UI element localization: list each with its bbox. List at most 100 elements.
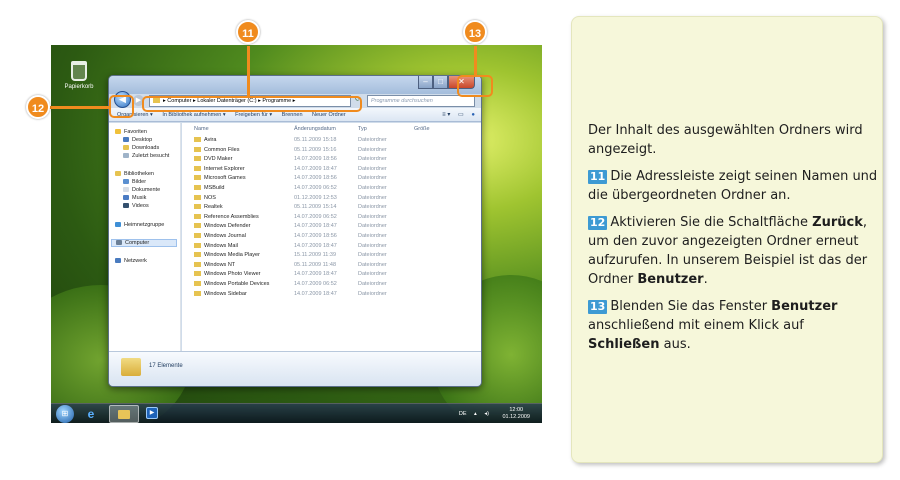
videos-icon: [123, 203, 129, 209]
navigation-pane: Favoriten Desktop Downloads Zuletzt besu…: [109, 123, 181, 352]
file-row[interactable]: NOS 01.12.2009 12:53 Dateiordner: [182, 194, 481, 203]
folder-icon: [194, 204, 201, 210]
add-to-library-menu[interactable]: In Bibliothek aufnehmen ▾: [162, 112, 225, 118]
nav-homegroup[interactable]: Heimnetzgruppe: [115, 222, 164, 228]
nav-videos[interactable]: Videos: [123, 203, 149, 209]
file-date: 05.11.2009 15:14: [294, 204, 337, 211]
file-date: 01.12.2009 12:53: [294, 194, 337, 201]
help-icon[interactable]: ●: [471, 112, 475, 118]
file-row[interactable]: Windows Journal 14.07.2009 18:56 Dateiordn…: [182, 232, 481, 241]
file-type: Dateiordner: [358, 252, 387, 259]
step-13-text: aus.: [659, 337, 691, 352]
nav-pictures[interactable]: Bilder: [123, 179, 146, 185]
explorer-window: – □ ✕ ◀ ▶ ▸ Computer ▸ Lokaler Datenträg…: [108, 75, 482, 387]
file-name: Windows Photo Viewer: [194, 270, 260, 279]
tray-arrow-icon[interactable]: ▴: [474, 411, 477, 417]
nav-music[interactable]: Musik: [123, 195, 146, 201]
nav-libraries[interactable]: Bibliotheken: [115, 171, 154, 177]
folder-icon: [194, 175, 201, 181]
language-indicator[interactable]: DE: [459, 411, 467, 417]
volume-icon[interactable]: ◂): [484, 411, 489, 417]
burn-button[interactable]: Brennen: [282, 112, 303, 118]
nav-favorites[interactable]: Favoriten: [115, 129, 147, 135]
marker-line-13: [474, 46, 477, 76]
preview-pane-icon[interactable]: ▭: [458, 112, 464, 118]
step-11-number: 11: [588, 170, 608, 184]
step-12-number: 12: [588, 216, 608, 230]
nav-downloads[interactable]: Downloads: [123, 145, 159, 151]
file-name: NOS: [194, 194, 216, 203]
clock[interactable]: 12:00 01.12.2009: [496, 407, 530, 421]
file-row[interactable]: Windows Media Player 15.11.2009 11:39 Date…: [182, 251, 481, 260]
folder-icon: [194, 185, 201, 191]
nav-desktop[interactable]: Desktop: [123, 137, 152, 143]
file-row[interactable]: Windows Portable Devices 14.07.2009 06:52…: [182, 280, 481, 289]
file-row[interactable]: Avira 05.11.2009 15:18 Dateiordner: [182, 136, 481, 145]
folder-icon: [194, 137, 201, 143]
file-type: Dateiordner: [358, 146, 387, 153]
folder-icon: [118, 410, 130, 419]
file-name: Windows Defender: [194, 222, 250, 231]
file-date: 14.07.2009 18:56: [294, 156, 337, 163]
column-name[interactable]: Name: [194, 126, 209, 132]
column-date[interactable]: Änderungsdatum: [294, 126, 336, 132]
column-size[interactable]: Größe: [414, 126, 430, 132]
view-options-icon[interactable]: ≡ ▾: [442, 112, 450, 118]
new-folder-button[interactable]: Neuer Ordner: [312, 112, 346, 118]
file-row[interactable]: Microsoft Games 14.07.2009 18:56 Dateiordn…: [182, 174, 481, 183]
file-type: Dateiordner: [358, 271, 387, 278]
nav-network[interactable]: Netzwerk: [115, 258, 147, 264]
file-type: Dateiordner: [358, 233, 387, 239]
minimize-button[interactable]: –: [418, 76, 433, 89]
share-with-menu[interactable]: Freigeben für ▾: [235, 112, 272, 118]
file-row[interactable]: DVD Maker 14.07.2009 18:56 Dateiordner: [182, 155, 481, 164]
folder-icon: [194, 290, 201, 296]
file-date: 14.07.2009 06:52: [294, 213, 337, 220]
step-13: 13 Blenden Sie das Fenster Benutzer ansch…: [588, 297, 878, 354]
file-type: Dateiordner: [358, 175, 387, 182]
column-type[interactable]: Typ: [358, 126, 367, 132]
folder-icon: [121, 358, 141, 376]
nav-documents[interactable]: Dokumente: [123, 187, 160, 193]
file-type: Dateiordner: [358, 204, 387, 211]
folder-icon: [194, 223, 201, 229]
media-player-icon[interactable]: ▶: [146, 407, 158, 419]
folder-icon: [194, 146, 201, 152]
file-date: 15.11.2009 11:39: [294, 252, 337, 259]
file-row[interactable]: Windows Defender 14.07.2009 18:47 Dateiord…: [182, 222, 481, 231]
file-row[interactable]: Realtek 05.11.2009 15:14 Dateiordner: [182, 203, 481, 212]
file-name: Avira: [194, 136, 216, 145]
file-row[interactable]: Windows Mail 14.07.2009 18:47 Dateiordner: [182, 242, 481, 251]
explorer-taskbar-button[interactable]: [109, 405, 139, 423]
file-type: Dateiordner: [358, 156, 387, 163]
nav-recent[interactable]: Zuletzt besucht: [123, 153, 169, 159]
step-11-text: Die Adressleiste zeigt seinen Namen und …: [588, 169, 878, 203]
marker-line-11: [247, 46, 250, 98]
folder-icon: [194, 165, 201, 171]
folder-icon: [194, 242, 201, 248]
recycle-bin-icon[interactable]: Papierkorb: [61, 61, 97, 90]
file-date: 05.11.2009 15:16: [294, 146, 337, 153]
step-12-bold: Benutzer: [637, 272, 704, 287]
file-row[interactable]: Windows NT 05.11.2009 11:48 Dateiordner: [182, 261, 481, 270]
desktop-icon: [123, 137, 129, 143]
file-row[interactable]: Reference Assemblies 14.07.2009 06:52 Date…: [182, 213, 481, 222]
file-name: Windows NT: [194, 261, 235, 270]
maximize-button[interactable]: □: [433, 76, 448, 89]
internet-explorer-icon[interactable]: e: [82, 406, 100, 422]
file-date: 05.11.2009 15:18: [294, 137, 337, 143]
start-button[interactable]: ⊞: [56, 405, 74, 423]
nav-computer[interactable]: Computer: [111, 239, 177, 247]
marker-13: 13: [463, 20, 487, 44]
file-row[interactable]: Windows Sidebar 14.07.2009 18:47 Dateiordn…: [182, 290, 481, 299]
file-row[interactable]: Internet Explorer 14.07.2009 18:47 Dateior…: [182, 165, 481, 174]
file-name: MSBuild: [194, 184, 224, 193]
forward-arrow-icon: ▶: [135, 97, 142, 104]
step-12: 12 Aktivieren Sie die Schaltfläche Zurück…: [588, 213, 878, 289]
file-row[interactable]: MSBuild 14.07.2009 06:52 Dateiordner: [182, 184, 481, 193]
step-12-text: .: [703, 272, 708, 287]
search-input[interactable]: Programme durchsuchen: [367, 95, 475, 107]
file-row[interactable]: Windows Photo Viewer 14.07.2009 18:47 Date…: [182, 270, 481, 279]
recent-icon: [123, 153, 129, 159]
file-row[interactable]: Common Files 05.11.2009 15:16 Dateiordner: [182, 146, 481, 155]
